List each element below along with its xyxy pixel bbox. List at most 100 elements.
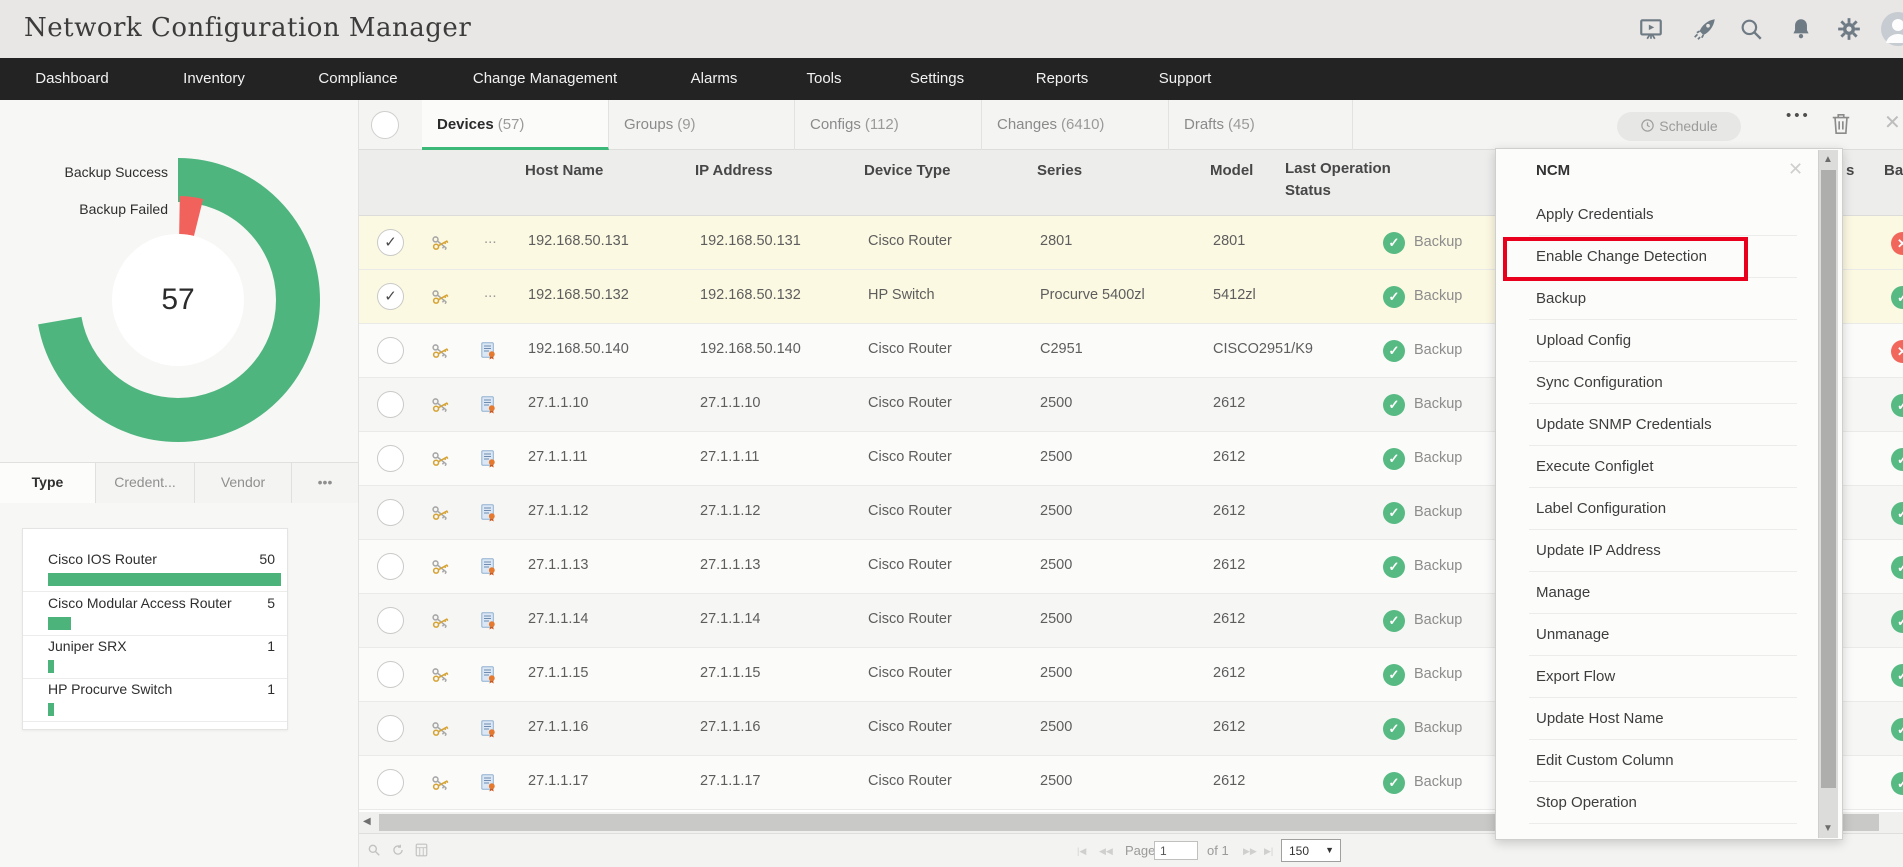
menu-item-upload-config[interactable]: Upload Config <box>1529 320 1797 362</box>
nav-item-reports[interactable]: Reports <box>1036 58 1089 100</box>
page-first-button[interactable]: |◀ <box>1077 846 1086 857</box>
row-checkbox[interactable] <box>377 553 404 580</box>
rocket-icon[interactable] <box>1692 16 1718 42</box>
nav-item-tools[interactable]: Tools <box>806 58 841 100</box>
menu-item-backup[interactable]: Backup <box>1529 278 1797 320</box>
column-header-series[interactable]: Series <box>1037 162 1082 179</box>
cell-ip: 27.1.1.15 <box>700 665 761 681</box>
row-checkbox[interactable] <box>377 445 404 472</box>
scroll-down-arrow[interactable]: ▼ <box>1823 823 1833 834</box>
gear-icon[interactable] <box>1836 16 1862 42</box>
search-icon[interactable] <box>1738 16 1764 42</box>
cell-model: 5412zl <box>1213 287 1256 303</box>
nav-item-change-management[interactable]: Change Management <box>473 58 617 100</box>
schedule-button[interactable]: Schedule <box>1617 112 1741 141</box>
status-ok-icon: ✓ <box>1383 718 1405 740</box>
sidebar-tab-type[interactable]: Type <box>0 463 96 503</box>
list-item[interactable]: Cisco Modular Access Router 5 <box>23 593 287 636</box>
menu-item-stop-operation[interactable]: Stop Operation <box>1529 782 1797 824</box>
sidebar-tab-[interactable]: ••• <box>292 463 359 503</box>
footer-refresh-icon[interactable] <box>391 843 405 857</box>
row-checkbox[interactable]: ✓ <box>377 229 404 256</box>
user-avatar[interactable] <box>1880 11 1903 47</box>
cell-series: 2500 <box>1040 773 1073 789</box>
menu-item-apply-credentials[interactable]: Apply Credentials <box>1529 194 1797 236</box>
ncm-scrollbar[interactable]: ▲ ▼ <box>1818 150 1838 838</box>
row-checkbox[interactable] <box>377 715 404 742</box>
column-header-host-name[interactable]: Host Name <box>525 162 603 179</box>
status-ok-icon: ✓ <box>1383 232 1405 254</box>
row-checkbox[interactable] <box>377 769 404 796</box>
sidebar-tab-credent[interactable]: Credent... <box>96 463 195 503</box>
status-ok-icon: ✓ <box>1383 610 1405 632</box>
column-header-last-operation-status[interactable]: Last Operation Status <box>1285 158 1405 202</box>
page-prev-button[interactable]: ◀◀ <box>1099 846 1113 857</box>
row-checkbox[interactable] <box>377 661 404 688</box>
footer-search-icon[interactable] <box>367 843 381 857</box>
row-checkbox[interactable] <box>377 607 404 634</box>
bell-icon[interactable] <box>1788 16 1814 42</box>
footer-grid-icon[interactable] <box>415 843 428 857</box>
chevron-down-icon: ▼ <box>1325 845 1334 855</box>
tab-groups[interactable]: Groups (9) <box>609 100 795 150</box>
tab-devices[interactable]: Devices (57) <box>422 100 609 150</box>
page-last-button[interactable]: ▶| <box>1264 846 1273 857</box>
row-checkbox[interactable]: ✓ <box>377 283 404 310</box>
list-item[interactable]: Cisco IOS Router 50 <box>23 549 287 592</box>
nav-item-settings[interactable]: Settings <box>910 58 964 100</box>
tab-configs[interactable]: Configs (112) <box>795 100 982 150</box>
menu-item-update-snmp-credentials[interactable]: Update SNMP Credentials <box>1529 404 1797 446</box>
topbar: Network Configuration Manager <box>0 0 1903 58</box>
tab-label: Devices <box>437 116 494 133</box>
menu-item-manage[interactable]: Manage <box>1529 572 1797 614</box>
menu-item-enable-change-detection[interactable]: Enable Change Detection <box>1529 236 1797 278</box>
page-next-button[interactable]: ▶▶ <box>1243 846 1257 857</box>
column-header-device-type[interactable]: Device Type <box>864 162 950 179</box>
cell-model: 2612 <box>1213 665 1246 681</box>
menu-item-update-ip-address[interactable]: Update IP Address <box>1529 530 1797 572</box>
menu-item-execute-configlet[interactable]: Execute Configlet <box>1529 446 1797 488</box>
menu-item-unmanage[interactable]: Unmanage <box>1529 614 1797 656</box>
row-checkbox[interactable] <box>377 499 404 526</box>
menu-item-update-host-name[interactable]: Update Host Name <box>1529 698 1797 740</box>
tab-changes[interactable]: Changes (6410) <box>982 100 1169 150</box>
tab-drafts[interactable]: Drafts (45) <box>1169 100 1353 150</box>
more-actions-button[interactable]: ••• <box>1786 107 1811 124</box>
column-header-model[interactable]: Model <box>1210 162 1253 179</box>
presentation-icon[interactable] <box>1638 16 1664 42</box>
tab-count: (57) <box>497 116 525 133</box>
nav-item-alarms[interactable]: Alarms <box>691 58 738 100</box>
nav-item-support[interactable]: Support <box>1159 58 1212 100</box>
select-all-checkbox[interactable] <box>371 111 399 139</box>
cell-host: 27.1.1.13 <box>528 557 589 573</box>
menu-item-edit-custom-column[interactable]: Edit Custom Column <box>1529 740 1797 782</box>
nav-item-compliance[interactable]: Compliance <box>318 58 397 100</box>
menu-item-label-configuration[interactable]: Label Configuration <box>1529 488 1797 530</box>
ncm-close-icon[interactable]: ✕ <box>1788 159 1803 180</box>
cell-series: 2801 <box>1040 233 1073 249</box>
list-item[interactable]: Juniper SRX 1 <box>23 636 287 679</box>
column-header-ip-address[interactable]: IP Address <box>695 162 773 179</box>
page-size-select[interactable]: 150 ▼ <box>1281 839 1341 862</box>
cell-ip: 27.1.1.10 <box>700 395 761 411</box>
list-item[interactable]: HP Procurve Switch 1 <box>23 679 287 722</box>
delete-icon[interactable] <box>1830 112 1852 136</box>
nav-item-dashboard[interactable]: Dashboard <box>35 58 108 100</box>
row-checkbox[interactable] <box>377 337 404 364</box>
menu-item-sync-configuration[interactable]: Sync Configuration <box>1529 362 1797 404</box>
backup-failed-icon: ✕ <box>1891 232 1903 255</box>
row-checkbox[interactable] <box>377 391 404 418</box>
close-icon[interactable]: ✕ <box>1884 110 1901 135</box>
nav-item-inventory[interactable]: Inventory <box>183 58 245 100</box>
scroll-left-arrow[interactable]: ◀ <box>363 816 371 827</box>
scroll-up-arrow[interactable]: ▲ <box>1823 154 1833 165</box>
sidebar-tab-vendor[interactable]: Vendor <box>195 463 292 503</box>
credentials-keys-icon <box>431 396 451 420</box>
page-number-input[interactable] <box>1154 841 1198 860</box>
last-operation-status: Backup <box>1414 720 1463 736</box>
menu-item-export-flow[interactable]: Export Flow <box>1529 656 1797 698</box>
ncm-scrollbar-thumb[interactable] <box>1821 170 1836 788</box>
certificate-icon <box>481 612 495 630</box>
device-count-value: 57 <box>161 283 195 316</box>
cell-model: 2612 <box>1213 503 1246 519</box>
